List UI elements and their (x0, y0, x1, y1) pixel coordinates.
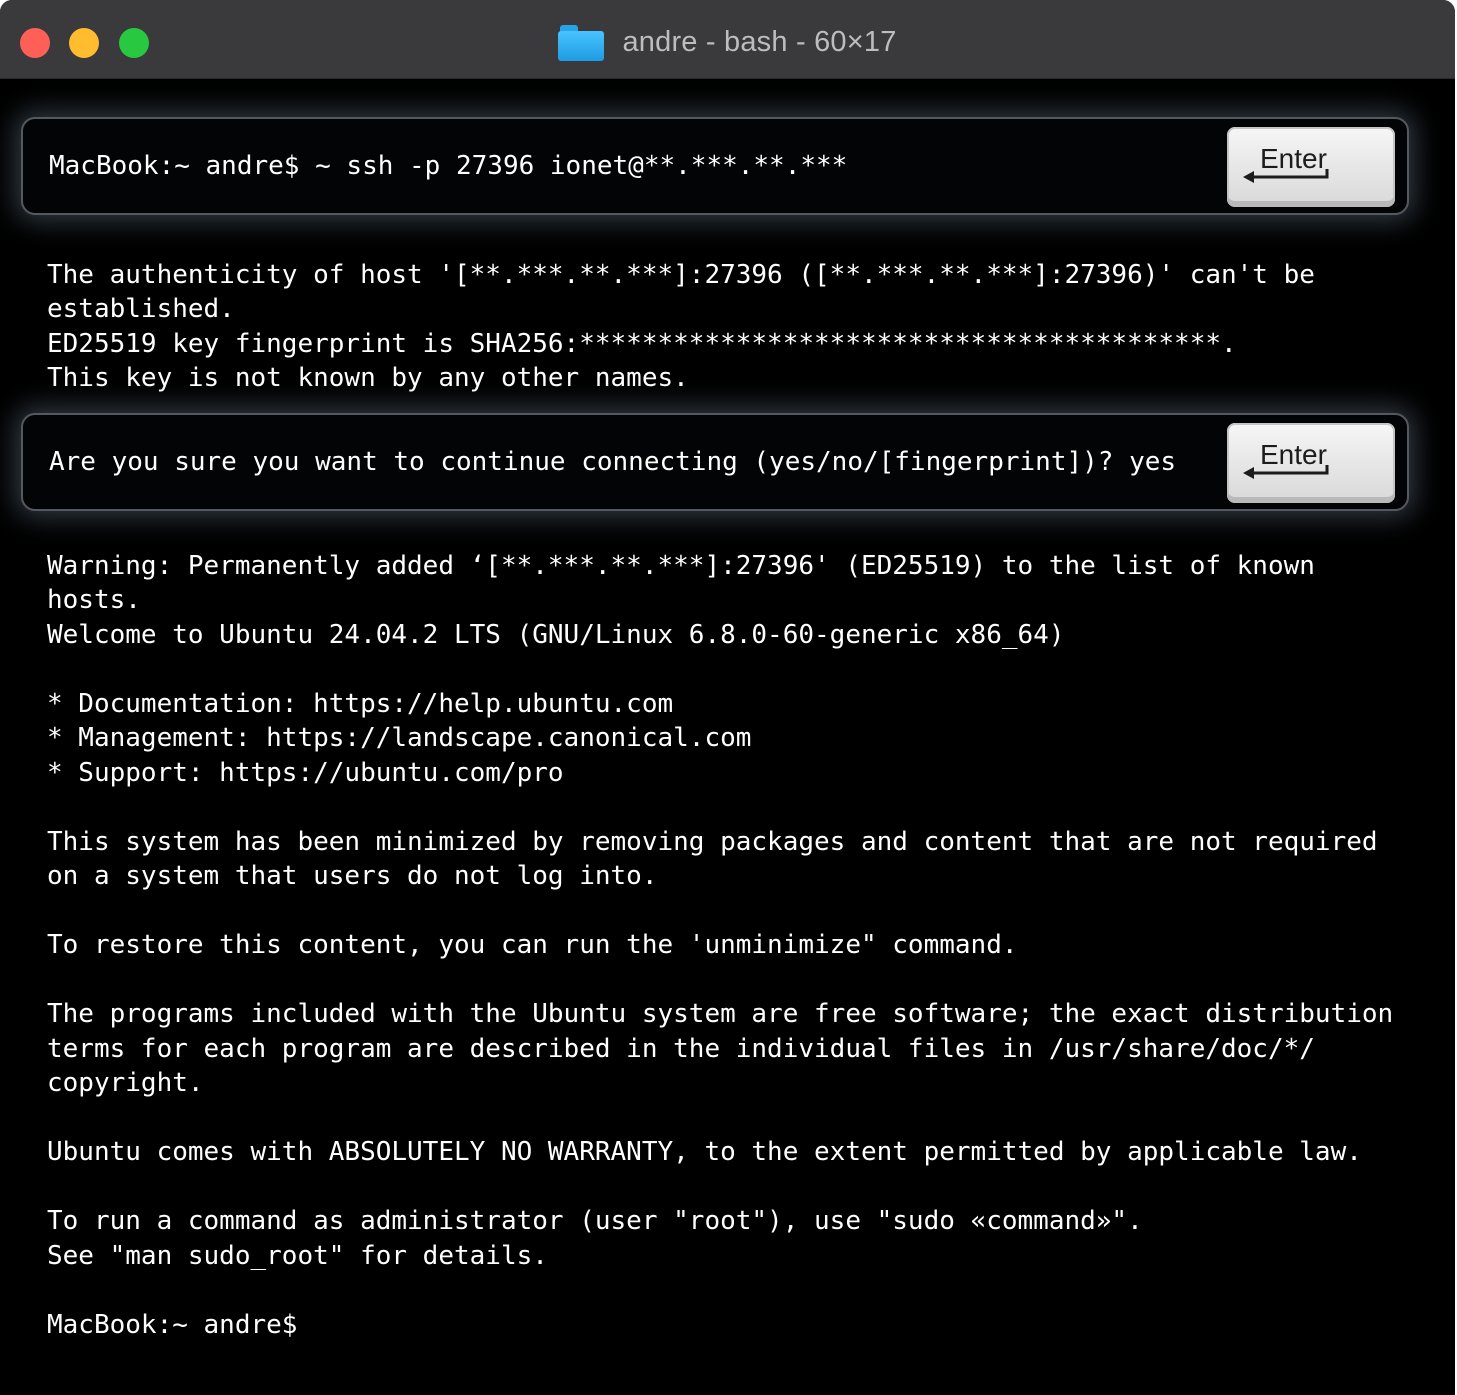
warning-line-1: Warning: Permanently added ‘[**.***.**.*… (47, 551, 1315, 581)
welcome-line: Welcome to Ubuntu 24.04.2 LTS (GNU/Linux… (47, 620, 1065, 650)
fingerprint-line: ED25519 key fingerprint is SHA256:******… (47, 329, 1237, 359)
return-arrow-icon (1243, 465, 1329, 479)
not-known-line: This key is not known by any other names… (47, 363, 689, 393)
sudo-line-1: To run a command as administrator (user … (47, 1206, 1143, 1236)
ssh-command-line: MacBook:~ andre$ ~ ssh -p 27396 ionet@**… (49, 151, 848, 181)
title-bar: andre - bash - 60×17 (0, 0, 1455, 79)
management-line: * Management: https://landscape.canonica… (47, 723, 752, 753)
support-line: * Support: https://ubuntu.com/pro (47, 758, 564, 788)
sudo-line-2: See "man sudo_root" for details. (47, 1241, 548, 1271)
enter-key: Enter (1227, 423, 1395, 503)
command-callout: MacBook:~ andre$ ~ ssh -p 27396 ionet@**… (21, 117, 1409, 215)
auth-line-2: established. (47, 294, 235, 324)
documentation-line: * Documentation: https://help.ubuntu.com (47, 689, 674, 719)
confirm-line: Are you sure you want to continue connec… (49, 447, 1177, 477)
warranty-line: Ubuntu comes with ABSOLUTELY NO WARRANTY… (47, 1137, 1362, 1167)
minimized-line-1: This system has been minimized by removi… (47, 827, 1378, 857)
restore-line: To restore this content, you can run the… (47, 930, 1018, 960)
confirm-callout: Are you sure you want to continue connec… (21, 413, 1409, 511)
enter-key: Enter (1227, 127, 1395, 207)
warning-line-2: hosts. (47, 585, 141, 615)
return-arrow-icon (1243, 169, 1329, 183)
terminal-window: andre - bash - 60×17 MacBook:~ andre$ ~ … (0, 0, 1455, 1395)
programs-line-2: terms for each program are described in … (47, 1034, 1315, 1064)
folder-icon (558, 22, 605, 62)
title-group: andre - bash - 60×17 (0, 20, 1455, 64)
minimized-line-2: on a system that users do not log into. (47, 861, 658, 891)
programs-line-3: copyright. (47, 1068, 204, 1098)
programs-line-1: The programs included with the Ubuntu sy… (47, 999, 1394, 1029)
shell-prompt[interactable]: MacBook:~ andre$ (47, 1308, 297, 1342)
auth-line-1: The authenticity of host '[**.***.**.***… (47, 260, 1315, 290)
window-title: andre - bash - 60×17 (622, 25, 897, 58)
terminal-content[interactable]: MacBook:~ andre$ ~ ssh -p 27396 ionet@**… (0, 79, 1455, 1395)
